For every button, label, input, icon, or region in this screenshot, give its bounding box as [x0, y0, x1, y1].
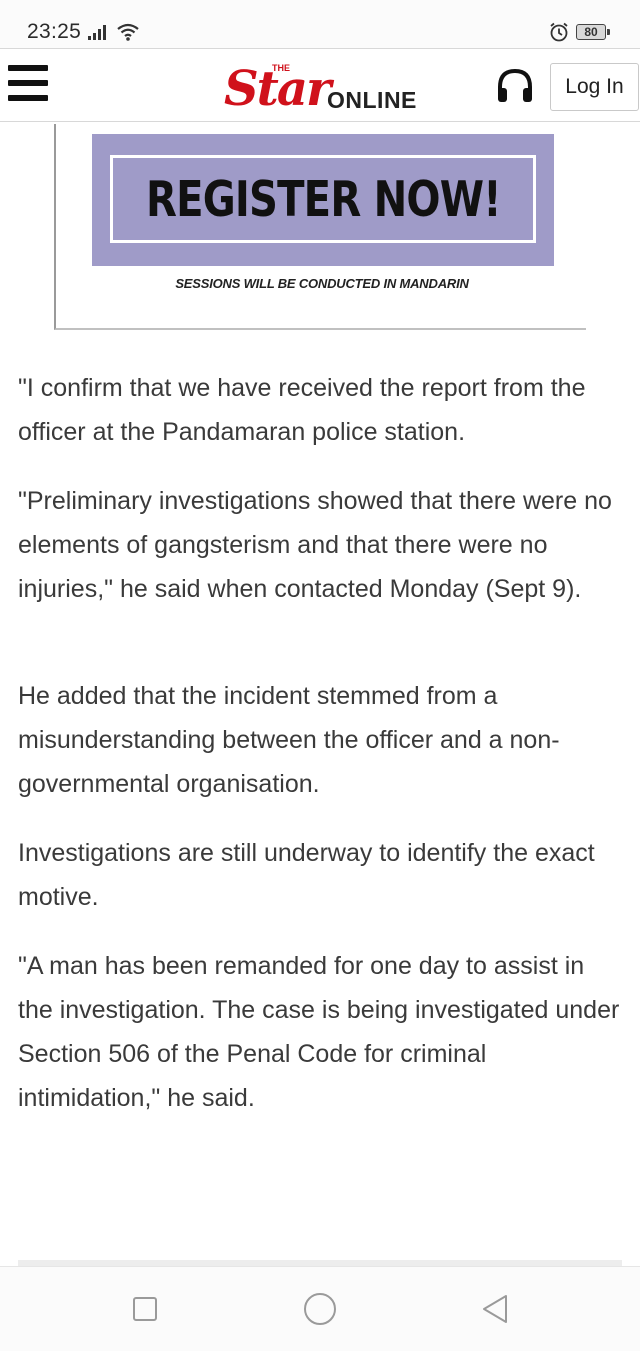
article-paragraph: He added that the incident stemmed from …: [18, 682, 560, 798]
menu-icon[interactable]: [8, 63, 50, 103]
battery-level: 80: [584, 25, 598, 39]
recent-apps-icon[interactable]: [133, 1297, 157, 1321]
site-logo[interactable]: THE Star ONLINE: [224, 57, 424, 115]
home-icon[interactable]: [304, 1293, 336, 1325]
headphones-icon[interactable]: [495, 67, 535, 105]
logo-star-text: Star: [224, 61, 331, 117]
system-nav-bar: [0, 1266, 640, 1351]
ad-banner-container[interactable]: REGISTER NOW! SESSIONS WILL BE CONDUCTED…: [54, 124, 586, 330]
article-body: "I confirm that we have received the rep…: [18, 366, 622, 1145]
signal-icon: [88, 25, 106, 40]
status-time: 23:25: [27, 20, 82, 43]
site-header: THE Star ONLINE Log In: [0, 48, 640, 122]
back-icon[interactable]: [480, 1293, 510, 1325]
ad-inner-border: REGISTER NOW!: [110, 155, 536, 243]
wifi-icon: [117, 23, 139, 41]
logo-online-text: ONLINE: [327, 87, 417, 113]
article-paragraph: "A man has been remanded for one day to …: [18, 952, 620, 1112]
article-paragraph: Investigations are still underway to ide…: [18, 839, 595, 911]
ad-subtext: SESSIONS WILL BE CONDUCTED IN MANDARIN: [175, 276, 469, 291]
article-paragraph: "I confirm that we have received the rep…: [18, 374, 586, 446]
ad-banner[interactable]: REGISTER NOW!: [92, 134, 554, 266]
article-paragraph: "Preliminary investigations showed that …: [18, 487, 612, 603]
ad-headline: REGISTER NOW!: [145, 170, 502, 228]
login-button[interactable]: Log In: [550, 63, 639, 111]
status-bar: 23:25 80: [0, 0, 640, 48]
alarm-icon: [550, 22, 568, 42]
battery-icon: 80: [576, 24, 610, 40]
